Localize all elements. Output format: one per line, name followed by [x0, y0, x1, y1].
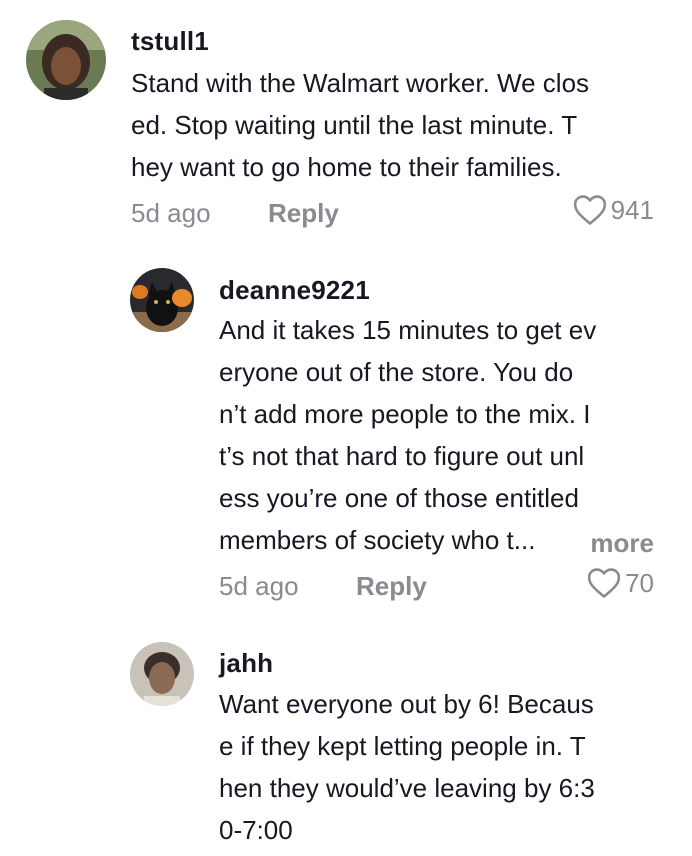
- user-avatar-icon: [130, 642, 194, 706]
- avatar[interactable]: [130, 642, 194, 706]
- comment-text: And it takes 15 minutes to get ev eryone…: [219, 309, 596, 561]
- comment-line: Want everyone out by 6! Becaus: [219, 689, 594, 719]
- reply-button[interactable]: Reply: [268, 198, 339, 229]
- comment-line: And it takes 15 minutes to get ev: [219, 315, 597, 345]
- comment-text: Stand with the Walmart worker. We clos e…: [131, 62, 589, 188]
- comment-line: Stand with the Walmart worker. We clos: [131, 68, 590, 98]
- comment-line: 0-7:00: [219, 815, 293, 845]
- comment-line: eryone out of the store. You do: [219, 357, 574, 387]
- heart-outline-icon: [573, 195, 606, 225]
- heart-outline-icon: [587, 568, 621, 598]
- cat-pumpkin-avatar-icon: [130, 268, 194, 332]
- comment-text: Want everyone out by 6! Becaus e if they…: [219, 683, 595, 851]
- user-avatar-icon: [26, 20, 106, 100]
- like-button[interactable]: 941: [573, 194, 654, 226]
- comment-line: t’s not that hard to figure out unl: [219, 441, 585, 471]
- comment-jahh: jahh Want everyone out by 6! Becaus e if…: [0, 636, 692, 856]
- comment-line: ed. Stop waiting until the last minute. …: [131, 110, 578, 140]
- timestamp: 5d ago: [131, 198, 211, 228]
- comment-line: ess you’re one of those entitled: [219, 483, 579, 513]
- username[interactable]: deanne9221: [219, 275, 370, 306]
- comment-line: e if they kept letting people in. T: [219, 731, 586, 761]
- username[interactable]: tstull1: [131, 26, 209, 57]
- comment-line: members of society who t...: [219, 525, 536, 555]
- avatar[interactable]: [26, 20, 106, 100]
- more-link[interactable]: more: [590, 528, 654, 559]
- comment-line: hey want to go home to their families.: [131, 152, 562, 182]
- like-count: 941: [610, 194, 654, 225]
- comment-line: n’t add more people to the mix. I: [219, 399, 591, 429]
- comment-deanne9221: deanne9221 And it takes 15 minutes to ge…: [0, 260, 692, 620]
- reply-button[interactable]: Reply: [356, 571, 427, 602]
- username[interactable]: jahh: [219, 648, 273, 679]
- like-count: 70: [625, 567, 654, 598]
- timestamp: 5d ago: [219, 571, 299, 601]
- comment-tstull1: tstull1 Stand with the Walmart worker. W…: [0, 0, 692, 240]
- avatar[interactable]: [130, 268, 194, 332]
- comment-line: hen they would’ve leaving by 6:3: [219, 773, 595, 803]
- like-button[interactable]: 70: [587, 567, 654, 599]
